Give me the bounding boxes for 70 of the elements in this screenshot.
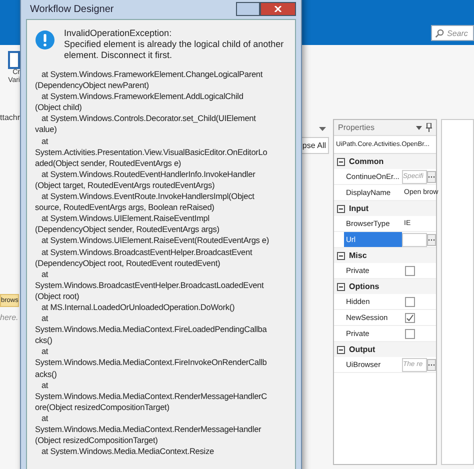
- stack-trace-line: (Object root): [35, 290, 80, 302]
- exception-type: InvalidOperationException:: [64, 28, 173, 39]
- dialog-title: Workflow Designer: [29, 4, 115, 14]
- stack-trace-line: at: [40, 412, 50, 424]
- error-message: Specified element is already the logical child of another element. Disconnect it first.: [64, 39, 285, 61]
- stack-trace-line: at: [40, 268, 50, 280]
- close-button[interactable]: [260, 2, 296, 16]
- stack-trace-line: at System.Windows.FrameworkElement.AddLogicalChild: [40, 91, 244, 102]
- stack-trace-line: source, RoutedEventArgs args, Boolean reRaised): [35, 202, 216, 214]
- stack-trace-line: at System.Windows.FrameworkElement.ChangeLogicalParent: [40, 69, 264, 80]
- stack-trace-line: at: [40, 313, 50, 324]
- stack-trace-line: acks(): [35, 368, 58, 380]
- search-field[interactable]: Searc: [431, 25, 474, 41]
- stack-trace-line: System.Windows.Media.MediaContext.FireLoadedPendingCallba: [35, 324, 268, 336]
- checkbox[interactable]: [405, 296, 415, 306]
- stack-trace-line: at System.Windows.UIElement.RaiseEvent(RoutedEventArgs e): [40, 235, 270, 246]
- stack-trace-line: System.Windows.Media.MediaContext.RenderMessageHandlerC: [35, 390, 268, 402]
- pin-icon[interactable]: [426, 123, 432, 132]
- title-bar-button[interactable]: [236, 2, 260, 16]
- stack-trace-line: System.Windows.Media.MediaContext.FireInvokeOnRenderCallb: [35, 357, 268, 369]
- stack-trace-line: at System.Windows.Controls.Decorator.set_Child(UIElement: [40, 113, 257, 124]
- stack-trace-line: (Object child): [35, 102, 83, 114]
- stack-trace-line: (DependencyObject sender, RoutedEventArgs args): [35, 224, 220, 236]
- stack-trace-line: (DependencyObject newParent): [35, 80, 150, 92]
- stack-trace-line: (DependencyObject root, RoutedEvent routedEvent): [35, 258, 222, 269]
- stack-trace-line: cks(): [35, 335, 54, 346]
- dropdown-caret-icon[interactable]: [416, 126, 422, 130]
- collapse-toggle-icon[interactable]: [337, 158, 345, 166]
- stack-trace-line: System.Activities.Presentation.View.VisualBasicEditor.OnEditorLo: [35, 146, 268, 158]
- checkbox[interactable]: [405, 266, 415, 276]
- tab[interactable]: ttachr: [0, 111, 20, 124]
- stack-trace-line: System.Windows.BroadcastEventHelper.BroadcastLoadedEvent: [35, 280, 265, 291]
- collapse-all-button[interactable]: pse All: [299, 137, 329, 154]
- dropdown-caret-icon[interactable]: [319, 127, 326, 131]
- stack-trace-line: (Object target, RoutedEventArgs routedEventArgs): [35, 180, 216, 192]
- category-label: Options: [349, 282, 380, 291]
- stack-trace-line: at: [40, 380, 50, 391]
- category-label: Misc: [349, 251, 367, 260]
- category-label: Input: [349, 204, 369, 213]
- ellipsis-button[interactable]: [427, 234, 436, 246]
- stack-trace-line: at System.Windows.BroadcastEventHelper.BroadcastEvent: [40, 246, 254, 258]
- checkbox[interactable]: [405, 328, 415, 338]
- category-label: Common: [349, 157, 384, 166]
- collapse-toggle-icon[interactable]: [337, 346, 345, 354]
- window-icon: [8, 51, 20, 69]
- stack-trace-line: ore(Object resizedCompositionTarget): [35, 402, 170, 413]
- stack-trace-line: (Object resizedCompositionTarget): [35, 435, 159, 446]
- stack-trace-line: at MS.Internal.LoadedOrUnloadedOperation.DoWork(): [40, 302, 236, 314]
- search-icon: [435, 28, 444, 38]
- expression-field[interactable]: [402, 232, 427, 246]
- collapse-toggle-icon[interactable]: [337, 282, 345, 290]
- panel-title: Properties: [338, 123, 376, 132]
- stack-trace-line: at: [40, 136, 50, 147]
- stack-trace-line: at System.Windows.RoutedEventHandlerInfo.InvokeHandler: [40, 168, 256, 180]
- stack-trace-line: System.Windows.Media.MediaContext.RenderMessageHandler: [35, 424, 262, 436]
- stack-trace-line: at System.Windows.EventRoute.InvokeHandlersImpl(Object: [40, 191, 256, 202]
- checkbox[interactable]: [405, 312, 415, 322]
- ellipsis-button[interactable]: [427, 358, 436, 370]
- stack-trace-line: value): [35, 124, 58, 136]
- stack-trace-line: at System.Windows.Media.MediaContext.Resize: [40, 446, 215, 458]
- stack-trace-line: aded(Object sender, RoutedEventArgs e): [35, 158, 182, 169]
- stack-trace-line: at: [40, 346, 50, 358]
- collapse-toggle-icon[interactable]: [337, 252, 345, 260]
- stack-trace-line: at System.Windows.UIElement.RaiseEventImpl: [40, 213, 210, 224]
- category-label: Output: [349, 345, 376, 354]
- close-icon: [274, 6, 282, 12]
- ellipsis-button[interactable]: [427, 170, 436, 182]
- hint-text: here.: [0, 313, 18, 322]
- collapse-toggle-icon[interactable]: [337, 204, 345, 212]
- info-icon: [35, 30, 55, 50]
